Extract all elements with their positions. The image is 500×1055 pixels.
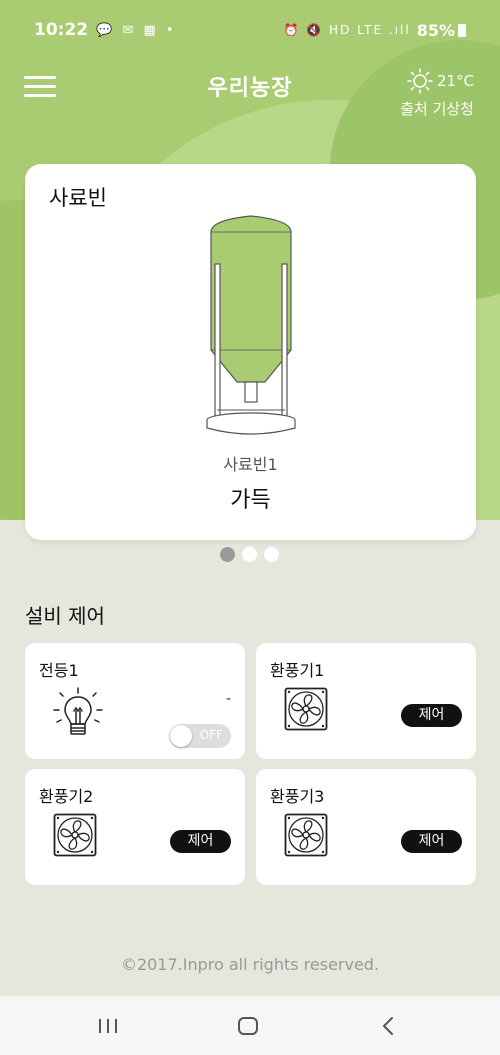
feed-bin-card-title: 사료빈 [49, 186, 107, 210]
recents-icon[interactable] [68, 996, 148, 1055]
home-icon[interactable] [208, 996, 288, 1055]
device-title: 환풍기1 [270, 661, 325, 680]
control-button[interactable]: 제어 [401, 704, 462, 727]
system-icons: ⏰ 🔇 HD LTE .ıll [283, 23, 411, 37]
fan-icon [284, 813, 328, 857]
battery-level: 85% [416, 20, 455, 40]
carousel-indicator [220, 547, 279, 562]
carousel-dot[interactable] [264, 547, 279, 562]
device-value: - [225, 691, 231, 707]
feed-bin-card[interactable]: 사료빈 사료빈1 가득 [25, 164, 476, 540]
carousel-dot[interactable] [242, 547, 257, 562]
sun-icon [407, 68, 433, 94]
control-button[interactable]: 제어 [170, 830, 231, 853]
device-card-fan-3[interactable]: 환풍기3 제어 [256, 769, 476, 885]
silo-name: 사료빈1 [223, 455, 278, 474]
weather-widget: 21°C 출처 기상청 [400, 68, 474, 119]
device-card-light-1[interactable]: 전등1 - OFF [25, 643, 245, 759]
app-bar: 우리농장 21°C 출처 기상청 [0, 60, 500, 119]
device-card-fan-2[interactable]: 환풍기2 제어 [25, 769, 245, 885]
battery-icon [458, 23, 466, 37]
status-time: 10:22 [34, 20, 89, 40]
weather-source: 출처 기상청 [400, 100, 474, 118]
android-nav-bar [0, 996, 500, 1055]
toggle-knob [170, 725, 192, 747]
status-bar: 10:22 💬 ✉ ▦ • ⏰ 🔇 HD LTE .ıll 85% [0, 0, 500, 60]
copyright-footer: ©2017.Inpro all rights reserved. [120, 955, 380, 974]
fan-icon [53, 813, 97, 857]
silo-fill-state: 가득 [230, 488, 271, 513]
device-card-fan-1[interactable]: 환풍기1 제어 [256, 643, 476, 759]
device-title: 환풍기3 [270, 787, 325, 806]
notification-icons: 💬 ✉ ▦ • [96, 22, 177, 38]
fan-icon [284, 687, 328, 731]
silo-illustration [206, 215, 296, 435]
weather-temp: 21°C [436, 72, 474, 90]
light-toggle[interactable]: OFF [169, 724, 231, 748]
control-button[interactable]: 제어 [401, 830, 462, 853]
equipment-control-title: 설비 제어 [25, 604, 105, 628]
device-title: 전등1 [39, 661, 79, 680]
toggle-label: OFF [199, 728, 223, 742]
device-title: 환풍기2 [39, 787, 94, 806]
back-icon[interactable] [348, 996, 428, 1055]
lightbulb-icon [53, 687, 103, 735]
carousel-dot[interactable] [220, 547, 235, 562]
